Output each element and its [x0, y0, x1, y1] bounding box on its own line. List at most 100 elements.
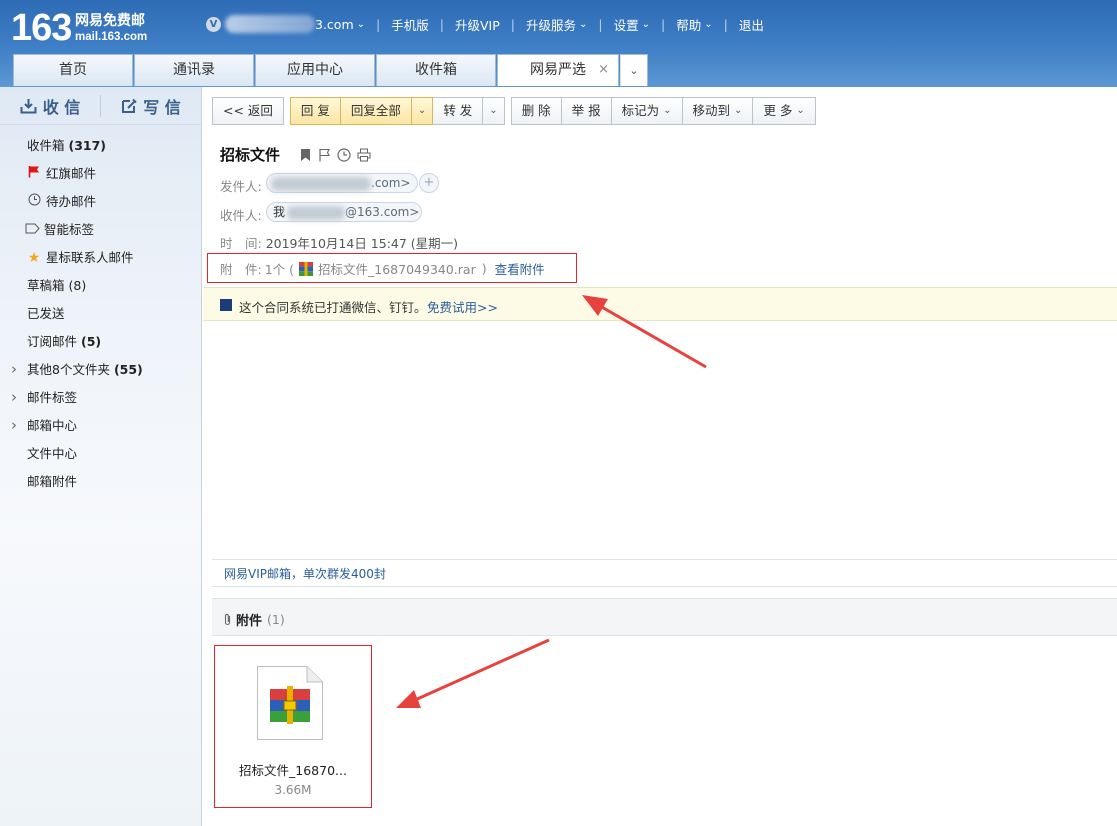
bookmark-icon[interactable]: [299, 148, 312, 162]
compose-button[interactable]: 写 信: [101, 87, 201, 125]
chevron-down-icon: ⌄: [704, 18, 713, 30]
nav-help-label: 帮助: [676, 17, 702, 33]
nav-mobile[interactable]: 手机版: [391, 15, 429, 34]
receive-button[interactable]: 收 信: [0, 87, 100, 125]
logo-url[interactable]: mail.163.com: [75, 31, 147, 43]
folder-label: 草稿箱: [27, 278, 65, 293]
folder-count: (5): [81, 334, 102, 349]
back-button[interactable]: << 返回: [212, 97, 284, 125]
sender-chip[interactable]: .com>: [266, 173, 418, 193]
tab-yanxuan[interactable]: 网易严选 ×: [497, 54, 619, 86]
folder-flagged[interactable]: 红旗邮件: [0, 160, 201, 188]
reply-button[interactable]: 回 复: [289, 97, 341, 125]
vip-v-icon: V: [206, 16, 221, 32]
mail-subject: 招标文件: [220, 146, 281, 164]
folder-other-folders[interactable]: 其他8个文件夹 (55): [0, 355, 201, 384]
tab-app-center[interactable]: 应用中心: [255, 54, 375, 86]
attachment-label: 附 件:: [220, 262, 262, 277]
folder-list: 收件箱 (317) 红旗邮件 待办邮件 智能标签 ★ 星标联系人邮件 草稿箱 (…: [0, 132, 201, 496]
recipient-chip[interactable]: 我 @163.com>: [266, 202, 422, 222]
vip-ad-link[interactable]: 网易VIP邮箱，单次群发400封: [212, 559, 1117, 587]
attachments-count: (1): [267, 612, 285, 627]
folder-starred-contacts[interactable]: ★ 星标联系人邮件: [0, 244, 201, 272]
folder-drafts[interactable]: 草稿箱 (8): [0, 272, 201, 300]
logo-number[interactable]: 163: [11, 8, 72, 48]
top-header: 163 网易免费邮 mail.163.com V 3.com ⌄ | 手机版 |…: [0, 0, 1117, 87]
close-icon[interactable]: ×: [598, 55, 609, 85]
paperclip-icon: [224, 613, 231, 626]
from-row: 发件人:: [220, 176, 262, 195]
recipient-blur: [287, 205, 346, 220]
folder-label: 其他8个文件夹: [27, 362, 110, 377]
time-row: 时 间: 2019年10月14日 15:47 (星期一): [220, 233, 458, 252]
print-icon[interactable]: [357, 148, 371, 162]
attachment-row: 附 件: 1个 ( 招标文件_1687049340.rar ) 查看附件: [220, 259, 545, 278]
reply-all-button[interactable]: 回复全部: [340, 97, 412, 125]
folder-inbox[interactable]: 收件箱 (317): [0, 132, 201, 160]
attachment-file-size: 3.66M: [274, 783, 312, 797]
top-nav: V 3.com ⌄ | 手机版 | 升级VIP | 升级服务 ⌄ | 设置 ⌄ | …: [206, 15, 764, 33]
attachment-close-paren: ): [481, 261, 487, 276]
folder-label: 红旗邮件: [46, 166, 97, 181]
nav-upgrade-vip[interactable]: 升级VIP: [455, 15, 500, 34]
chevron-down-icon: ⌄: [796, 105, 805, 116]
view-attachment-link[interactable]: 查看附件: [495, 259, 545, 278]
tab-more-dropdown[interactable]: ⌄: [620, 54, 648, 86]
folder-attachments[interactable]: 邮箱附件: [0, 468, 201, 496]
free-trial-link[interactable]: 免费试用>>: [427, 297, 498, 316]
folder-count: (317): [68, 138, 107, 153]
report-button[interactable]: 举 报: [561, 97, 612, 125]
nav-upgrade-service[interactable]: 升级服务 ⌄: [526, 15, 587, 34]
attachment-name[interactable]: 招标文件_1687049340.rar: [318, 259, 476, 278]
nav-logout[interactable]: 退出: [739, 15, 764, 34]
time-value: 2019年10月14日 15:47 (星期一): [265, 236, 459, 251]
chevron-down-icon: ⌄: [356, 18, 366, 30]
folder-sent[interactable]: 已发送: [0, 300, 201, 328]
chevron-down-icon: ⌄: [489, 105, 498, 116]
nav-settings[interactable]: 设置 ⌄: [614, 15, 650, 34]
folder-label: 邮件标签: [27, 390, 78, 405]
folder-subscriptions[interactable]: 订阅邮件 (5): [0, 328, 201, 356]
clock-icon[interactable]: [337, 148, 351, 162]
nav-help[interactable]: 帮助 ⌄: [676, 15, 712, 34]
attachment-file-name: 招标文件_16870...: [239, 763, 347, 778]
tab-inbox[interactable]: 收件箱: [376, 54, 496, 86]
logo-title[interactable]: 网易免费邮: [75, 13, 145, 29]
from-label: 发件人:: [220, 179, 262, 194]
mark-as-button[interactable]: 标记为 ⌄: [611, 97, 683, 125]
folder-smart-tags[interactable]: 智能标签: [0, 216, 201, 244]
folder-todo[interactable]: 待办邮件: [0, 188, 201, 216]
attachments-header: 附件 (1): [212, 598, 1117, 636]
attachment-card[interactable]: 招标文件_16870... 3.66M: [214, 645, 372, 808]
folder-count: (55): [113, 362, 143, 377]
chevron-down-icon: ⌄: [663, 105, 672, 116]
star-icon: ★: [27, 250, 41, 266]
flag-icon[interactable]: [318, 148, 331, 162]
folder-label: 已发送: [27, 306, 65, 321]
chevron-down-icon: ⌄: [578, 18, 588, 30]
compose-label: 写 信: [143, 98, 181, 117]
folder-label: 邮箱中心: [27, 418, 78, 433]
account-menu[interactable]: V 3.com ⌄: [206, 15, 365, 33]
tab-home[interactable]: 首页: [13, 54, 133, 86]
delete-button[interactable]: 删 除: [510, 97, 562, 125]
rar-file-icon: [257, 666, 323, 740]
folder-mailbox-center[interactable]: 邮箱中心: [0, 411, 201, 440]
add-contact-icon[interactable]: +: [419, 173, 439, 193]
folder-label: 订阅邮件: [27, 334, 78, 349]
forward-dropdown[interactable]: ⌄: [483, 97, 505, 125]
move-to-button[interactable]: 移动到 ⌄: [682, 97, 754, 125]
red-flag-icon: [26, 160, 42, 188]
nav-settings-label: 设置: [613, 17, 639, 33]
edit-icon: [122, 98, 137, 113]
chevron-down-icon: ⌄: [629, 64, 639, 77]
folder-file-center[interactable]: 文件中心: [0, 440, 201, 468]
forward-button[interactable]: 转 发: [433, 97, 484, 125]
mark-as-label: 标记为: [621, 103, 660, 118]
tab-contacts[interactable]: 通讯录: [134, 54, 254, 86]
contract-app-icon: [220, 299, 232, 311]
more-button[interactable]: 更 多 ⌄: [753, 97, 816, 125]
folder-mail-tags[interactable]: 邮件标签: [0, 383, 201, 412]
reply-dropdown[interactable]: ⌄: [411, 97, 434, 125]
subject-actions: [299, 148, 371, 162]
